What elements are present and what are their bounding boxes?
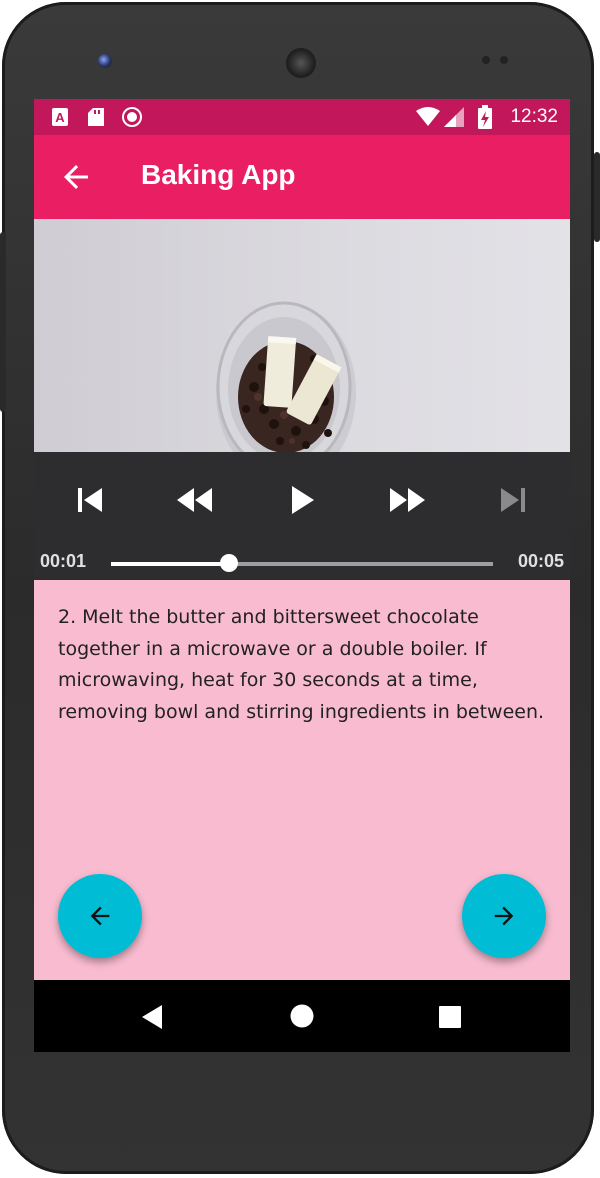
skip-previous-icon (78, 488, 102, 512)
seek-bar-progress (111, 562, 230, 566)
play-icon (292, 486, 314, 514)
volume-button (0, 232, 6, 412)
square-recents-icon (439, 1006, 461, 1028)
video-surface[interactable] (34, 219, 570, 452)
status-bar: A 12:32 (34, 99, 570, 135)
triangle-back-icon (142, 1005, 162, 1029)
app-bar: Baking App (34, 135, 570, 219)
nav-back-button[interactable] (140, 1004, 164, 1035)
video-frame-image (216, 301, 356, 452)
arrow-back-icon (64, 165, 88, 189)
play-button[interactable] (278, 480, 326, 520)
system-nav-bar (34, 980, 570, 1052)
circle-home-icon (290, 1004, 314, 1028)
light-sensor (500, 56, 508, 64)
svg-text:A: A (55, 110, 65, 125)
sd-card-icon (88, 108, 104, 131)
skip-previous-button[interactable] (66, 480, 114, 520)
record-icon (122, 107, 142, 132)
screen: A 12:32 Baking App 00:01 00:05 2. Melt t… (34, 99, 570, 1052)
arrow-forward-icon (494, 906, 514, 926)
front-camera (98, 54, 112, 68)
a-notification-icon: A (52, 108, 68, 131)
signal-icon (444, 107, 464, 132)
battery-charging-icon (478, 105, 492, 134)
back-button[interactable] (58, 159, 94, 195)
seek-bar-thumb[interactable] (220, 554, 239, 572)
status-time: 12:32 (510, 106, 558, 127)
fast-forward-icon (390, 488, 425, 512)
rewind-icon (177, 488, 212, 512)
earpiece-speaker (286, 48, 316, 78)
seek-bar[interactable] (111, 562, 493, 566)
app-title: Baking App (141, 159, 296, 190)
duration-time: 00:05 (517, 551, 564, 571)
proximity-sensor (482, 56, 490, 64)
skip-next-icon (501, 488, 525, 512)
nav-recents-button[interactable] (439, 1006, 461, 1033)
power-button (594, 152, 600, 242)
phone-frame: A 12:32 Baking App 00:01 00:05 2. Melt t… (0, 2, 600, 1174)
step-description: 2. Melt the butter and bittersweet choco… (58, 606, 545, 723)
next-step-button[interactable] (462, 874, 546, 958)
nav-home-button[interactable] (290, 1004, 314, 1033)
current-time: 00:01 (40, 551, 87, 571)
previous-step-button[interactable] (58, 874, 142, 958)
skip-next-button[interactable] (489, 480, 537, 520)
player-controls: 00:01 00:05 (34, 452, 570, 580)
rewind-button[interactable] (171, 480, 219, 520)
fast-forward-button[interactable] (383, 480, 431, 520)
arrow-back-icon (90, 906, 110, 926)
wifi-icon (416, 107, 440, 132)
